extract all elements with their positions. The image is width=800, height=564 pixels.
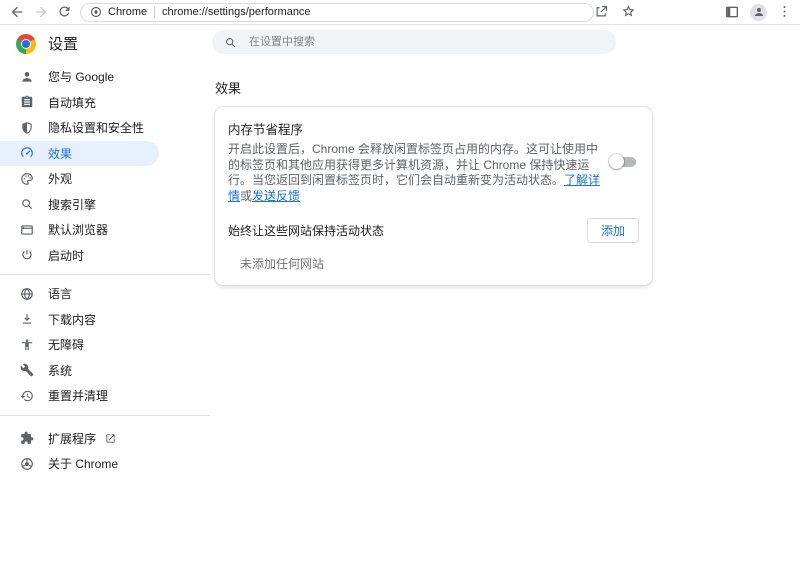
sidebar-item-default-browser[interactable]: 默认浏览器 bbox=[0, 217, 210, 243]
sidebar-item-label: 无障碍 bbox=[48, 336, 84, 353]
sidebar-item-system[interactable]: 系统 bbox=[0, 358, 210, 384]
settings-sidebar: 您与 Google 自动填充 隐私设置和安全性 效果 外观 搜索引擎 默认浏览器… bbox=[0, 62, 210, 564]
sidebar-footer: 扩展程序 关于 Chrome bbox=[0, 422, 210, 477]
sidebar-item-privacy-security[interactable]: 隐私设置和安全性 bbox=[0, 115, 210, 141]
sidebar-item-performance[interactable]: 效果 bbox=[0, 141, 159, 167]
omnibox-site-label: Chrome bbox=[108, 6, 147, 18]
memory-saver-description: 开启此设置后，Chrome 会释放闲置标签页占用的内存。这可让使用中的标签页和其… bbox=[228, 142, 602, 204]
sidebar-item-accessibility[interactable]: 无障碍 bbox=[0, 332, 210, 358]
download-icon bbox=[20, 312, 34, 326]
browser-window-icon bbox=[20, 223, 34, 237]
settings-header: 设置 bbox=[0, 25, 800, 62]
settings-search-bar[interactable] bbox=[212, 30, 616, 54]
sidebar-item-label: 语言 bbox=[48, 285, 72, 302]
sidebar-item-label: 搜索引擎 bbox=[48, 196, 96, 213]
magnifier-icon bbox=[20, 197, 34, 211]
sidebar-divider bbox=[0, 415, 210, 416]
sidebar-item-label: 下载内容 bbox=[48, 311, 96, 328]
sidebar-item-label: 默认浏览器 bbox=[48, 221, 108, 238]
memory-saver-title: 内存节省程序 bbox=[228, 119, 602, 138]
sidebar-item-on-startup[interactable]: 启动时 bbox=[0, 243, 210, 269]
reload-icon[interactable] bbox=[57, 4, 73, 20]
sidebar-item-label: 关于 Chrome bbox=[48, 455, 118, 472]
chrome-icon bbox=[20, 457, 34, 471]
memory-saver-toggle[interactable] bbox=[610, 154, 636, 169]
omnibox-separator: | bbox=[153, 6, 156, 18]
sidebar-item-languages[interactable]: 语言 bbox=[0, 281, 210, 307]
power-icon bbox=[20, 248, 34, 262]
speedometer-icon bbox=[20, 146, 34, 160]
wrench-icon bbox=[20, 363, 34, 377]
side-panel-icon[interactable] bbox=[724, 4, 740, 20]
chrome-mini-icon bbox=[90, 6, 102, 18]
bookmark-star-icon[interactable] bbox=[621, 4, 637, 20]
accessibility-icon bbox=[20, 338, 34, 352]
send-feedback-link[interactable]: 发送反馈 bbox=[252, 189, 300, 203]
empty-sites-message: 未添加任何网站 bbox=[228, 255, 639, 272]
omnibox-url: chrome://settings/performance bbox=[162, 6, 311, 18]
sidebar-item-appearance[interactable]: 外观 bbox=[0, 166, 210, 192]
autofill-icon bbox=[20, 95, 34, 109]
share-icon[interactable] bbox=[594, 4, 610, 20]
profile-avatar-icon[interactable] bbox=[750, 4, 767, 21]
shield-icon bbox=[20, 121, 34, 135]
keep-active-row: 始终让这些网站保持活动状态 添加 bbox=[228, 218, 639, 243]
puzzle-icon bbox=[20, 431, 34, 445]
performance-card: 内存节省程序 开启此设置后，Chrome 会释放闲置标签页占用的内存。这可让使用… bbox=[215, 107, 652, 285]
add-site-button[interactable]: 添加 bbox=[587, 218, 639, 243]
sidebar-item-label: 效果 bbox=[48, 145, 72, 162]
sidebar-item-you-and-google[interactable]: 您与 Google bbox=[0, 64, 210, 90]
person-icon bbox=[20, 70, 34, 84]
forward-icon[interactable] bbox=[33, 4, 49, 20]
memory-saver-text: 内存节省程序 开启此设置后，Chrome 会释放闲置标签页占用的内存。这可让使用… bbox=[228, 119, 602, 204]
globe-icon bbox=[20, 287, 34, 301]
search-icon bbox=[224, 36, 237, 49]
sidebar-item-reset-cleanup[interactable]: 重置并清理 bbox=[0, 383, 210, 409]
sidebar-item-label: 系统 bbox=[48, 362, 72, 379]
settings-search-input[interactable] bbox=[247, 35, 551, 49]
sidebar-item-label: 扩展程序 bbox=[48, 430, 96, 447]
omnibox[interactable]: Chrome | chrome://settings/performance bbox=[80, 3, 594, 22]
toggle-knob bbox=[609, 154, 624, 169]
restore-icon bbox=[20, 389, 34, 403]
performance-settings-content: 效果 内存节省程序 开启此设置后，Chrome 会释放闲置标签页占用的内存。这可… bbox=[210, 62, 800, 564]
sidebar-item-label: 启动时 bbox=[48, 247, 84, 264]
sidebar-item-extensions[interactable]: 扩展程序 bbox=[0, 426, 210, 452]
sidebar-item-label: 您与 Google bbox=[48, 68, 114, 85]
sidebar-item-label: 外观 bbox=[48, 170, 72, 187]
browser-toolbar: Chrome | chrome://settings/performance bbox=[0, 0, 800, 25]
sidebar-item-search-engine[interactable]: 搜索引擎 bbox=[0, 192, 210, 218]
sidebar-item-downloads[interactable]: 下载内容 bbox=[0, 307, 210, 333]
memory-saver-row: 内存节省程序 开启此设置后，Chrome 会释放闲置标签页占用的内存。这可让使用… bbox=[228, 119, 639, 204]
toolbar-right-cluster bbox=[594, 4, 793, 21]
page-title: 设置 bbox=[48, 33, 78, 54]
chrome-logo-icon bbox=[16, 34, 36, 54]
sidebar-item-about-chrome[interactable]: 关于 Chrome bbox=[0, 451, 210, 477]
sidebar-item-label: 自动填充 bbox=[48, 94, 96, 111]
keep-active-label: 始终让这些网站保持活动状态 bbox=[228, 222, 384, 239]
open-in-new-icon bbox=[105, 433, 116, 444]
memory-saver-description-text: 开启此设置后，Chrome 会释放闲置标签页占用的内存。这可让使用中的标签页和其… bbox=[228, 142, 598, 187]
sidebar-item-label: 重置并清理 bbox=[48, 387, 108, 404]
palette-icon bbox=[20, 172, 34, 186]
sidebar-divider bbox=[0, 274, 210, 275]
kebab-menu-icon[interactable] bbox=[777, 4, 793, 20]
sidebar-item-autofill[interactable]: 自动填充 bbox=[0, 90, 210, 116]
link-joiner: 或 bbox=[240, 189, 252, 203]
section-title: 效果 bbox=[215, 78, 800, 97]
back-icon[interactable] bbox=[9, 4, 25, 20]
sidebar-item-label: 隐私设置和安全性 bbox=[48, 119, 144, 136]
